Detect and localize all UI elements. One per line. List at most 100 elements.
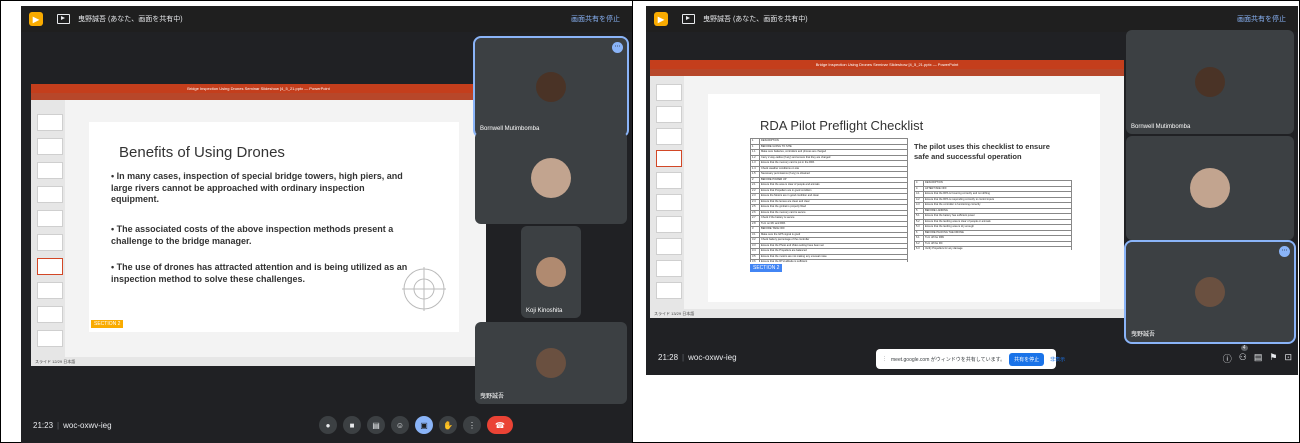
stop-sharing-link[interactable]: 画面共有を停止 xyxy=(1237,14,1286,24)
captions-icon[interactable]: ▤ xyxy=(367,416,385,434)
stop-sharing-link[interactable]: 画面共有を停止 xyxy=(571,14,620,24)
slide-thumbnail-selected[interactable] xyxy=(656,150,682,167)
slide-thumbnail[interactable] xyxy=(37,138,63,155)
meet-window-right: ▶ 曳野誠吾 (あなた、画面を共有中) 画面共有を停止 Bridge Inspe… xyxy=(646,6,1298,375)
checklist-row: 3.6 Ensure that the RTH altitude is suffi… xyxy=(750,259,908,262)
meeting-time: 21:28 xyxy=(658,352,679,362)
section-label: SECTION 2 xyxy=(750,264,783,272)
participant-name: 曳野誠吾 xyxy=(480,394,505,400)
meet-window-left: ▶ 曳野誠吾 (あなた、画面を共有中) 画面共有を停止 Bridge Inspe… xyxy=(21,6,632,443)
more-options-icon[interactable]: ⋯ xyxy=(612,42,623,53)
present-icon xyxy=(682,14,695,24)
sharing-banner: ▶ 曳野誠吾 (あなた、画面を共有中) 画面共有を停止 xyxy=(646,6,1298,32)
right-side-icons: ⓘ ⚇ 4 ▤ ⚑ ⊡ xyxy=(1223,345,1292,365)
meeting-code: woc-oxwv-ieg xyxy=(63,420,112,430)
slide-thumbnail[interactable] xyxy=(656,106,682,123)
present-icon xyxy=(57,14,70,24)
checklist-table-2: 4 DESCRIPTION 4 AFTER TAKE OFF 4.1 Ensure tha… xyxy=(914,180,1072,250)
chat-icon[interactable]: ▤ xyxy=(1254,352,1263,365)
slide-thumbnail[interactable] xyxy=(656,128,682,145)
participant-video xyxy=(1195,67,1225,97)
slide-bullet: • In many cases, inspection of special b… xyxy=(111,171,403,204)
slide-thumbnail[interactable] xyxy=(656,216,682,233)
slide-thumbnail[interactable] xyxy=(37,282,63,299)
checklist-item: Verify Propellers for any damage xyxy=(923,246,1072,250)
participant-tile[interactable]: Bornwell Mutimbomba xyxy=(1126,30,1294,134)
camera-icon[interactable]: ■ xyxy=(343,416,361,434)
separator: | xyxy=(57,420,60,430)
powerpoint-ribbon[interactable] xyxy=(650,69,1124,76)
separator: | xyxy=(682,352,685,362)
call-controls: ● ■ ▤ ☺ ▣ ✋ ⋮ ☎ xyxy=(316,416,516,434)
more-options-icon[interactable]: ⋯ xyxy=(1279,246,1290,257)
checklist-row: 6.3 Verify Propellers for any damage xyxy=(914,246,1072,250)
slide-thumbnails[interactable] xyxy=(31,100,65,357)
participant-count: 4 xyxy=(1240,345,1248,351)
slide-thumbnail[interactable] xyxy=(656,172,682,189)
powerpoint-status-bar: スライド 12/29 日本語 xyxy=(31,357,486,366)
lock-icon[interactable]: ⊡ xyxy=(1284,352,1292,365)
checklist-item: Ensure that the RTH altitude is sufficie… xyxy=(759,259,908,262)
emoji-icon[interactable]: ☺ xyxy=(391,416,409,434)
slide-thumbnail[interactable] xyxy=(37,114,63,131)
participant-name: 曳野誠吾 xyxy=(1131,332,1156,338)
participant-video xyxy=(1195,277,1225,307)
powerpoint-ribbon[interactable] xyxy=(31,93,486,100)
participant-video xyxy=(1190,168,1230,208)
info-icon[interactable]: ⓘ xyxy=(1223,352,1232,365)
more-options-icon[interactable]: ⋮ xyxy=(463,416,481,434)
drone-target-icon xyxy=(402,267,446,311)
checklist-number: 3.6 xyxy=(750,259,760,262)
checklist-number: 6.3 xyxy=(914,246,924,250)
slide-thumbnail[interactable] xyxy=(656,84,682,101)
slide-thumbnail[interactable] xyxy=(37,186,63,203)
slide-bullet: • The use of drones has attracted attent… xyxy=(111,262,408,284)
slide-thumbnail[interactable] xyxy=(37,210,63,227)
slide-thumbnail[interactable] xyxy=(37,162,63,179)
powerpoint-status-bar: スライド 13/29 日本語 xyxy=(650,309,1124,318)
powerpoint-window: Bridge Inspection Using Drones Seminar S… xyxy=(650,60,1124,318)
meeting-time: 21:23 xyxy=(33,420,54,430)
checklist-table-1: 1 DESCRIPTION 1 BEFORE GOING TO SITE 1.1 Make… xyxy=(750,138,908,262)
powerpoint-title: Bridge Inspection Using Drones Seminar S… xyxy=(650,60,1124,69)
participant-tile[interactable]: Koji Kinoshita xyxy=(521,226,581,318)
slide-thumbnail[interactable] xyxy=(37,306,63,323)
participant-tile[interactable]: 曳野誠吾 xyxy=(475,322,627,404)
people-icon[interactable]: ⚇ 4 xyxy=(1239,345,1248,365)
participant-tile[interactable]: ⋯ Bornwell Mutimbomba xyxy=(473,36,629,138)
present-button-icon[interactable]: ▣ xyxy=(415,416,433,434)
participant-tile[interactable] xyxy=(1126,136,1294,240)
slide-thumbnail-selected[interactable] xyxy=(37,258,63,275)
divider xyxy=(632,0,633,443)
slide-title: Benefits of Using Drones xyxy=(119,144,285,161)
mic-icon[interactable]: ● xyxy=(319,416,337,434)
slide-thumbnail[interactable] xyxy=(656,194,682,211)
meet-app-icon: ▶ xyxy=(654,12,668,26)
slide-description: The pilot uses this checklist to ensure … xyxy=(914,142,1050,161)
meet-bottom-bar: 21:23 | woc-oxwv-ieg ● ■ ▤ ☺ ▣ ✋ ⋮ ☎ xyxy=(21,407,632,443)
meet-bottom-bar: 21:28 | woc-oxwv-ieg xyxy=(646,339,1298,375)
participant-name: Bornwell Mutimbomba xyxy=(1131,124,1191,130)
slide-thumbnail[interactable] xyxy=(656,282,682,299)
participant-video xyxy=(531,158,571,198)
meet-app-icon: ▶ xyxy=(29,12,43,26)
slide-canvas[interactable]: RDA Pilot Preflight Checklist The pilot … xyxy=(708,94,1100,302)
raise-hand-icon[interactable]: ✋ xyxy=(439,416,457,434)
participant-tile[interactable]: ⋯ 曳野誠吾 xyxy=(1124,240,1296,344)
hang-up-icon[interactable]: ☎ xyxy=(487,416,513,434)
powerpoint-window: Bridge Inspection Using Drones Seminar S… xyxy=(31,84,486,366)
slide-thumbnail[interactable] xyxy=(37,330,63,347)
activities-icon[interactable]: ⚑ xyxy=(1269,352,1277,365)
participant-video xyxy=(536,348,566,378)
slide-title: RDA Pilot Preflight Checklist xyxy=(760,118,924,133)
slide-thumbnail[interactable] xyxy=(656,260,682,277)
participant-video xyxy=(536,72,566,102)
meeting-code: woc-oxwv-ieg xyxy=(688,352,737,362)
participant-tile[interactable] xyxy=(475,132,627,224)
slide-thumbnails[interactable] xyxy=(650,76,684,309)
sharing-message: 曳野誠吾 (あなた、画面を共有中) xyxy=(78,16,183,23)
slide-thumbnail[interactable] xyxy=(37,234,63,251)
slide-thumbnail[interactable] xyxy=(656,238,682,255)
participant-name: Koji Kinoshita xyxy=(526,308,563,314)
slide-canvas[interactable]: Benefits of Using Drones • In many cases… xyxy=(89,122,459,332)
